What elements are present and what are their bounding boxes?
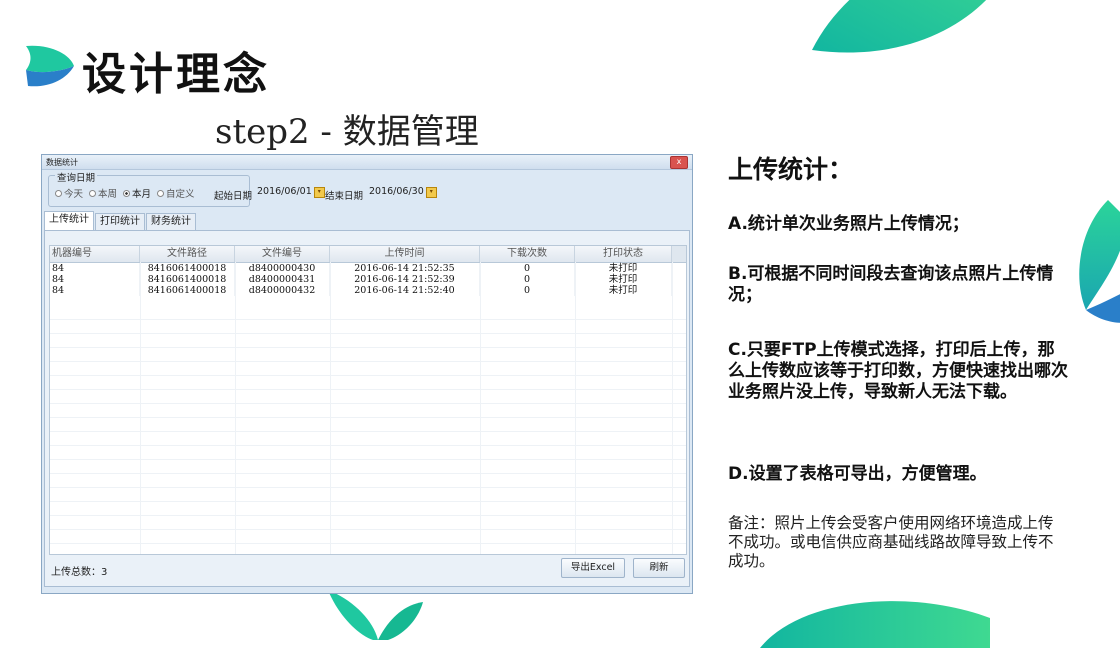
table-cell: d8400000430 [235, 263, 330, 274]
refresh-button[interactable]: 刷新 [633, 558, 685, 578]
feature-a: A.统计单次业务照片上传情况； [728, 214, 969, 234]
end-date-value: 2016/06/30 [369, 186, 424, 197]
upload-total: 上传总数：3 [51, 567, 108, 578]
column-header[interactable]: 下载次数 [480, 246, 575, 262]
column-divider [575, 262, 576, 554]
radio-dot-icon [55, 189, 62, 197]
table-cell: 2016-06-14 21:52:39 [330, 274, 480, 285]
slide-title: 设计理念 [82, 49, 270, 100]
export-excel-button[interactable]: 导出Excel [561, 558, 625, 578]
column-header[interactable]: 文件编号 [235, 246, 330, 262]
table-cell: 未打印 [575, 263, 672, 274]
table-cell: 84 [50, 263, 140, 274]
radio-dot-icon [123, 189, 131, 197]
radio-dot-icon [89, 189, 97, 197]
column-header[interactable]: 上传时间 [330, 246, 480, 262]
table-row[interactable]: 84 8416061400018 d8400000432 2016-06-14 … [50, 285, 686, 296]
table-cell: 2016-06-14 21:52:40 [330, 285, 480, 296]
table-cell: d8400000432 [235, 285, 330, 296]
leaf-decoration-bottom [328, 590, 423, 640]
radio-label: 今天 [64, 189, 84, 200]
column-divider [235, 262, 236, 554]
title-leaf-icon [26, 45, 74, 87]
column-header[interactable]: 打印状态 [575, 246, 672, 262]
date-range-radios: 今天 本周 本月 自定义 [55, 186, 195, 200]
radio-this-month[interactable]: 本月 [123, 186, 151, 200]
start-date-value: 2016/06/01 [257, 186, 312, 197]
table-row[interactable]: 84 8416061400018 d8400000431 2016-06-14 … [50, 274, 686, 285]
column-divider [672, 262, 673, 554]
leaf-decoration-right [1079, 200, 1120, 323]
start-date-label: 起始日期 [214, 191, 253, 202]
radio-today[interactable]: 今天 [55, 186, 83, 200]
radio-custom[interactable]: 自定义 [157, 186, 195, 200]
table-cell: 2016-06-14 21:52:35 [330, 263, 480, 274]
tab-finance-stats[interactable]: 财务统计 [146, 213, 196, 230]
leaf-decoration-bottom-right [760, 601, 990, 648]
slide-subtitle: step2 - 数据管理 [215, 112, 479, 152]
feature-b: B.可根据不同时间段去查询该点照片上传情况； [728, 264, 1054, 305]
radio-label: 自定义 [166, 189, 195, 200]
table-cell: 8416061400018 [140, 274, 235, 285]
calendar-icon[interactable]: ▾ [425, 186, 437, 198]
column-divider [140, 262, 141, 554]
column-divider [330, 262, 331, 554]
table-cell: 84 [50, 285, 140, 296]
window-title: 数据统计 [46, 158, 78, 167]
table-header: 机器编号 文件路径 文件编号 上传时间 下载次数 打印状态 [50, 246, 686, 263]
radio-this-week[interactable]: 本周 [89, 186, 117, 200]
radio-label: 本月 [132, 189, 152, 200]
radio-dot-icon [157, 189, 165, 197]
table-row[interactable]: 84 8416061400018 d8400000430 2016-06-14 … [50, 263, 686, 274]
end-date-picker[interactable]: 2016/06/30 ▾ [369, 185, 437, 199]
feature-c: C.只要FTP上传模式选择，打印后上传，那么上传数应该等于打印数，方便快速找出哪… [728, 340, 1068, 402]
column-divider [480, 262, 481, 554]
end-date-label: 结束日期 [325, 191, 364, 202]
table-cell: 0 [480, 285, 575, 296]
start-date-picker[interactable]: 2016/06/01 ▾ [257, 185, 325, 199]
remark-note: 备注：照片上传会受客户使用网络环境造成上传不成功。或电信供应商基础线路故障导致上… [728, 514, 1054, 570]
calendar-icon[interactable]: ▾ [313, 186, 325, 198]
table-cell: d8400000431 [235, 274, 330, 285]
upload-stats-panel: 机器编号 文件路径 文件编号 上传时间 下载次数 打印状态 84 8416061… [44, 230, 690, 587]
stats-tabs: 上传统计 打印统计 财务统计 [44, 211, 197, 230]
column-header[interactable]: 文件路径 [140, 246, 235, 262]
data-statistics-window: 数据统计 x 查询日期 今天 本周 本月 自定义 起始日期 2016/06/01… [41, 154, 693, 594]
leaf-decoration-top [812, 0, 986, 53]
table-cell: 未打印 [575, 274, 672, 285]
tab-upload-stats[interactable]: 上传统计 [44, 211, 94, 230]
query-date-legend: 查询日期 [55, 170, 98, 184]
upload-stats-heading: 上传统计： [728, 155, 854, 184]
table-cell: 未打印 [575, 285, 672, 296]
feature-d: D.设置了表格可导出，方便管理。 [728, 464, 987, 484]
table-cell: 84 [50, 274, 140, 285]
vertical-scrollbar[interactable] [671, 246, 686, 262]
radio-label: 本周 [98, 189, 118, 200]
table-cell: 0 [480, 274, 575, 285]
empty-grid-area [50, 306, 686, 554]
column-header[interactable]: 机器编号 [50, 246, 140, 262]
table-cell: 8416061400018 [140, 263, 235, 274]
close-icon[interactable]: x [670, 156, 688, 169]
window-titlebar: 数据统计 x [42, 155, 692, 170]
table-cell: 0 [480, 263, 575, 274]
tab-print-stats[interactable]: 打印统计 [95, 213, 145, 230]
table-cell: 8416061400018 [140, 285, 235, 296]
upload-table: 机器编号 文件路径 文件编号 上传时间 下载次数 打印状态 84 8416061… [49, 245, 687, 555]
